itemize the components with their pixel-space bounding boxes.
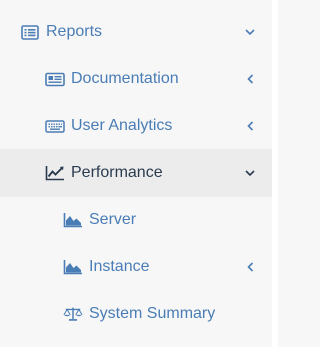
menu-item-label: Reports <box>46 23 103 40</box>
keyboard-icon <box>45 117 65 135</box>
list-alt-icon <box>20 23 40 41</box>
chevron-left-icon[interactable] <box>244 73 256 85</box>
menu-item-user-analytics[interactable]: User Analytics <box>0 102 272 150</box>
newspaper-icon <box>45 70 65 88</box>
menu-item-server[interactable]: Server <box>0 196 272 244</box>
area-chart-icon <box>63 211 83 229</box>
menu-item-documentation[interactable]: Documentation <box>0 55 272 103</box>
menu-item-instance[interactable]: Instance <box>0 243 272 291</box>
line-chart-icon <box>45 164 65 182</box>
chevron-left-icon[interactable] <box>244 120 256 132</box>
menu-item-label: Instance <box>89 258 150 275</box>
chevron-left-icon[interactable] <box>244 261 256 273</box>
chevron-down-icon[interactable] <box>244 26 256 38</box>
area-chart-icon <box>63 258 83 276</box>
sidebar-menu: Reports Documentation User Analytics Per… <box>0 0 278 347</box>
menu-item-reports[interactable]: Reports <box>0 8 272 56</box>
menu-item-label: Server <box>89 211 137 228</box>
menu-item-label: User Analytics <box>71 117 173 134</box>
menu-item-label: Documentation <box>71 70 179 87</box>
menu-item-performance[interactable]: Performance <box>0 149 272 197</box>
menu-item-system-summary[interactable]: System Summary <box>0 290 272 338</box>
menu-item-label: Performance <box>71 164 163 181</box>
balance-scale-icon <box>63 305 83 323</box>
chevron-down-icon[interactable] <box>244 167 256 179</box>
menu-item-label: System Summary <box>89 305 216 322</box>
